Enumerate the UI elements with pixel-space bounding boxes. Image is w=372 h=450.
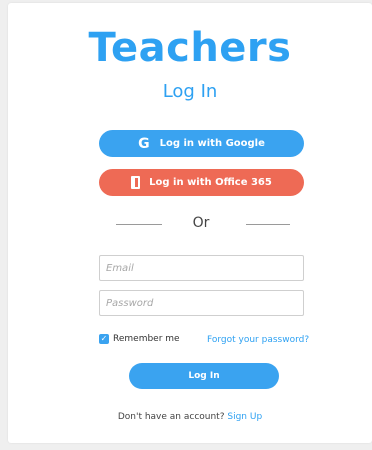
google-g-icon: G: [138, 135, 150, 152]
divider-line-left: [116, 224, 162, 225]
divider-text: Or: [192, 215, 210, 231]
email-field[interactable]: [99, 255, 304, 281]
login-submit-label: Log In: [188, 371, 220, 381]
divider-line-right: [246, 224, 290, 225]
page-subtitle: Log In: [162, 81, 218, 102]
login-card: Teachers Log In G Log in with Google Log…: [8, 3, 372, 443]
signup-prompt: Don't have an account? Sign Up: [8, 412, 372, 422]
remember-me-checkbox[interactable]: ✓: [99, 334, 109, 344]
office365-login-button[interactable]: Log in with Office 365: [99, 169, 304, 196]
login-submit-button[interactable]: Log In: [129, 363, 279, 389]
signup-link[interactable]: Sign Up: [227, 412, 262, 422]
office-icon: [131, 176, 141, 189]
google-login-label: Log in with Google: [159, 138, 265, 149]
google-login-button[interactable]: G Log in with Google: [99, 130, 304, 157]
remember-me-option[interactable]: ✓ Remember me: [99, 334, 180, 344]
password-field[interactable]: [99, 290, 304, 316]
office365-login-label: Log in with Office 365: [149, 177, 272, 188]
signup-prompt-text: Don't have an account?: [117, 412, 225, 422]
page-title: Teachers: [88, 25, 292, 71]
remember-me-label: Remember me: [113, 334, 180, 344]
forgot-password-link[interactable]: Forgot your password?: [207, 335, 309, 345]
or-divider: Or: [8, 215, 372, 235]
